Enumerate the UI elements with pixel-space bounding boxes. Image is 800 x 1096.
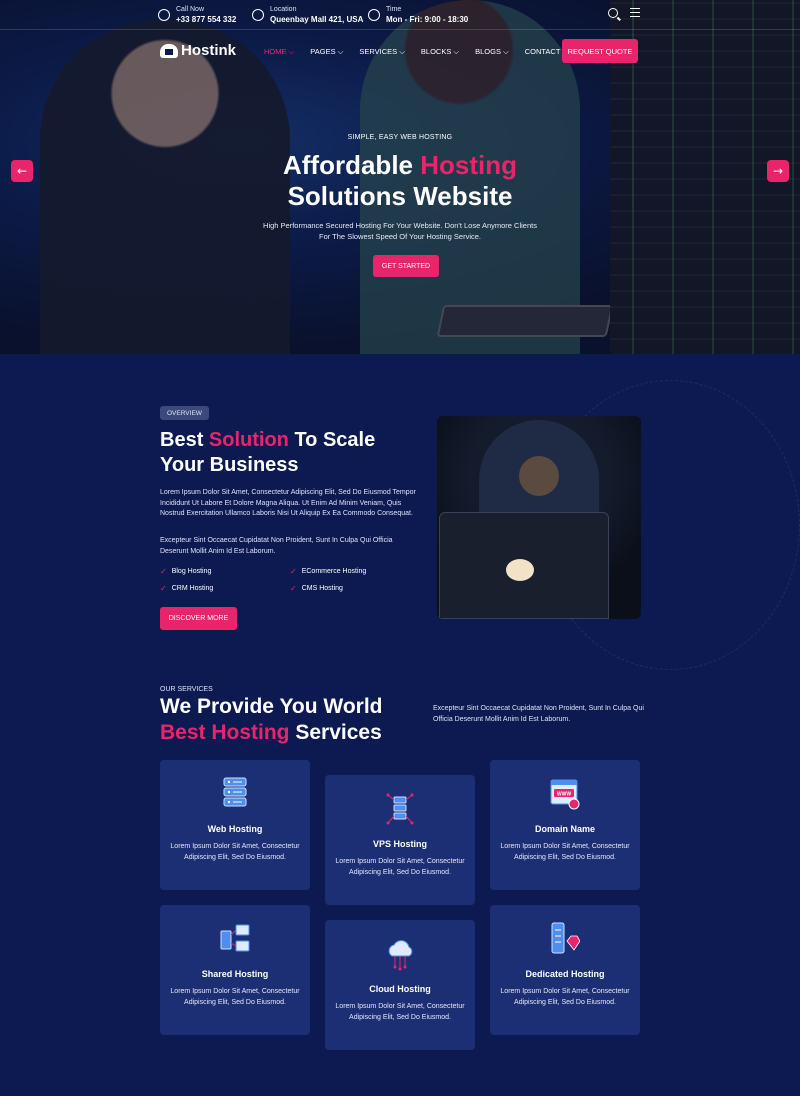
services-description: Excepteur Sint Occaecat Cupidatat Non Pr… xyxy=(433,705,644,723)
check-icon: ✓ xyxy=(160,584,167,593)
overview-title: Best Solution To Scale Your Business xyxy=(160,428,375,478)
shared-monitors-icon xyxy=(220,924,250,952)
laptop-shape xyxy=(439,512,609,619)
service-card-title: VPS Hosting xyxy=(372,839,427,849)
server-stack-icon xyxy=(223,777,247,807)
feature-item: ✓ Blog Hosting xyxy=(160,567,211,576)
nav-item-blocks[interactable]: BLOCKS ⌵ xyxy=(421,47,459,57)
service-card-dedicated-hosting[interactable]: Dedicated Hosting Lorem Ipsum Dolor Sit … xyxy=(490,905,640,1035)
location-pin-icon xyxy=(252,9,264,21)
services-title-part: Services xyxy=(289,721,382,744)
logo-cloud-icon xyxy=(160,43,178,58)
service-card-web-hosting[interactable]: Web Hosting Lorem Ipsum Dolor Sit Amet, … xyxy=(160,760,310,890)
hero-title-part: Solutions Website xyxy=(287,181,513,211)
nav-item-contact[interactable]: CONTACT xyxy=(525,47,561,57)
overview-title-part: Best xyxy=(160,429,209,451)
phone-icon xyxy=(158,9,170,21)
nav-item-services[interactable]: SERVICES ⌵ xyxy=(359,47,405,57)
call-label: Call Now xyxy=(176,6,205,13)
services-title-part: We Provide You World xyxy=(160,695,383,718)
service-card-title: Web Hosting xyxy=(207,824,263,834)
hero-desc-line: For The Slowest Speed Of Your Hosting Se… xyxy=(318,232,482,241)
location-label: Location xyxy=(270,6,297,13)
nav-menu: HOME ⌵ PAGES ⌵ SERVICES ⌵ BLOCKS ⌵ BLOGS… xyxy=(264,47,560,57)
get-started-button[interactable]: GET STARTED xyxy=(373,255,439,277)
overview-badge: OVERVIEW xyxy=(160,406,209,420)
service-card-description: Lorem Ipsum Dolor Sit Amet, Consectetur … xyxy=(335,858,465,876)
location-info: Location Queenbay Mall 421, USA xyxy=(252,5,363,25)
arrow-left-icon: ← xyxy=(16,164,28,178)
arrow-right-icon: → xyxy=(772,164,784,178)
check-icon: ✓ xyxy=(290,567,297,576)
cloud-icon xyxy=(388,940,413,971)
check-icon: ✓ xyxy=(290,584,297,593)
service-card-domain-name[interactable]: WWW Domain Name Lorem Ipsum Dolor Sit Am… xyxy=(490,760,640,890)
overview-paragraph: Lorem Ipsum Dolor Sit Amet, Consectetur … xyxy=(160,489,416,517)
location-value: Queenbay Mall 421, USA xyxy=(270,15,364,24)
hero-kicker: SIMPLE, EASY WEB HOSTING xyxy=(347,134,453,141)
vps-network-icon xyxy=(386,793,414,825)
slider-next-button[interactable]: → xyxy=(767,160,789,182)
time-value: Mon - Fri: 9:00 - 18:30 xyxy=(386,15,469,24)
dedicated-server-icon xyxy=(551,922,580,954)
services-eyebrow: OUR SERVICES xyxy=(160,686,213,693)
request-quote-button[interactable]: REQUEST QUOTE xyxy=(562,39,638,63)
site-logo[interactable]: Hostink xyxy=(160,42,236,59)
call-value[interactable]: +33 877 554 332 xyxy=(176,14,236,25)
overview-paragraph: Excepteur Sint Occaecat Cupidatat Non Pr… xyxy=(160,537,393,555)
clock-icon xyxy=(368,9,380,21)
hero-desc-line: High Performance Secured Hosting For You… xyxy=(263,221,537,230)
slider-prev-button[interactable]: ← xyxy=(11,160,33,182)
service-card-title: Shared Hosting xyxy=(201,969,269,979)
feature-label: Blog Hosting xyxy=(171,568,212,575)
nav-item-pages[interactable]: PAGES ⌵ xyxy=(310,47,343,57)
top-bar: Call Now +33 877 554 332 Location Queenb… xyxy=(0,0,800,30)
overview-title-part: Your Business xyxy=(160,454,299,476)
nav-item-home[interactable]: HOME ⌵ xyxy=(264,47,294,57)
discover-more-button[interactable]: DISCOVER MORE xyxy=(160,607,237,630)
service-card-title: Domain Name xyxy=(534,824,596,834)
menu-icon[interactable] xyxy=(630,8,640,17)
time-info: Time Mon - Fri: 9:00 - 18:30 xyxy=(368,5,468,25)
face-shape xyxy=(519,456,559,496)
service-card-title: Dedicated Hosting xyxy=(525,969,605,979)
service-card-description: Lorem Ipsum Dolor Sit Amet, Consectetur … xyxy=(335,1003,465,1021)
services-title: We Provide You World Best Hosting Servic… xyxy=(160,694,382,746)
service-card-cloud-hosting[interactable]: Cloud Hosting Lorem Ipsum Dolor Sit Amet… xyxy=(325,920,475,1050)
service-card-vps-hosting[interactable]: VPS Hosting Lorem Ipsum Dolor Sit Amet, … xyxy=(325,775,475,905)
hero-title: Affordable Hosting Solutions Website xyxy=(0,150,800,212)
hero-section: Call Now +33 877 554 332 Location Queenb… xyxy=(0,0,800,354)
feature-item: ✓ CRM Hosting xyxy=(160,584,213,593)
time-label: Time xyxy=(386,6,402,13)
feature-item: ✓ CMS Hosting xyxy=(290,584,343,593)
service-card-description: Lorem Ipsum Dolor Sit Amet, Consectetur … xyxy=(500,988,630,1006)
feature-label: CRM Hosting xyxy=(171,585,214,592)
check-icon: ✓ xyxy=(160,567,167,576)
service-card-shared-hosting[interactable]: Shared Hosting Lorem Ipsum Dolor Sit Ame… xyxy=(160,905,310,1035)
service-card-title: Cloud Hosting xyxy=(369,984,431,994)
www-browser-icon: WWW xyxy=(550,779,580,810)
service-card-description: Lorem Ipsum Dolor Sit Amet, Consectetur … xyxy=(170,843,300,861)
hero-title-highlight: Hosting xyxy=(420,150,517,180)
overview-title-highlight: Solution xyxy=(208,429,289,451)
services-title-highlight: Best Hosting xyxy=(160,721,290,744)
logo-text: Hostink xyxy=(181,42,237,59)
service-card-description: Lorem Ipsum Dolor Sit Amet, Consectetur … xyxy=(170,988,300,1006)
feature-label: ECommerce Hosting xyxy=(301,568,367,575)
search-icon[interactable] xyxy=(608,8,618,18)
service-card-description: Lorem Ipsum Dolor Sit Amet, Consectetur … xyxy=(500,843,630,861)
hero-description: High Performance Secured Hosting For You… xyxy=(0,220,800,242)
overview-hacker-image xyxy=(437,416,641,619)
laptop-logo xyxy=(506,559,534,581)
nav-item-blogs[interactable]: BLOGS ⌵ xyxy=(475,47,509,57)
hero-title-part: Affordable xyxy=(283,150,421,180)
www-label: WWW xyxy=(557,792,571,798)
overview-title-part: To Scale xyxy=(288,429,376,451)
main-navbar: Hostink HOME ⌵ PAGES ⌵ SERVICES ⌵ BLOCKS… xyxy=(0,36,800,68)
top-actions xyxy=(608,8,640,18)
feature-item: ✓ ECommerce Hosting xyxy=(290,567,366,576)
call-info[interactable]: Call Now +33 877 554 332 xyxy=(158,5,236,25)
feature-label: CMS Hosting xyxy=(301,585,343,592)
